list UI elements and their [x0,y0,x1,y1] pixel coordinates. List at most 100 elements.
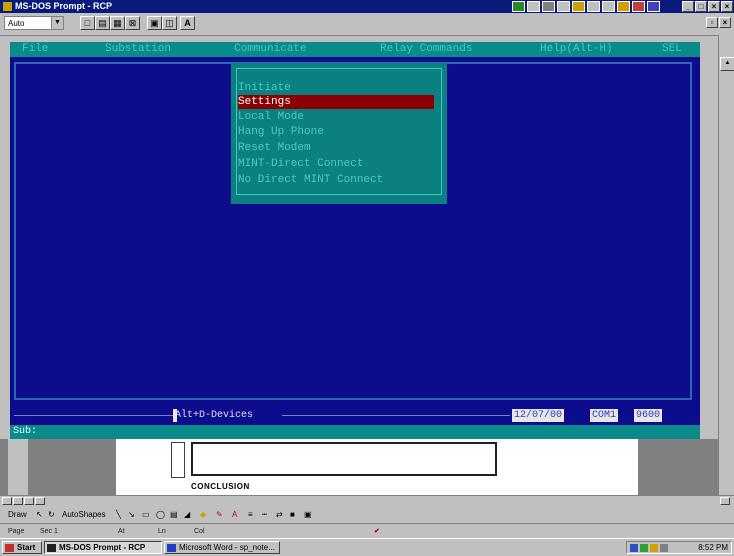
tray-icons [630,544,668,552]
chevron-down-icon[interactable]: ▼ [51,17,63,29]
spelling-icon[interactable]: ✔ [374,524,380,539]
mark-icon[interactable]: □ [80,16,95,30]
system-tray: 8:52 PM [626,541,732,554]
arrow-style-icon[interactable]: ⇄ [276,506,283,523]
line-style-icon[interactable]: ≡ [248,506,253,523]
menu-relay-commands[interactable]: Relay Commands [380,42,472,57]
status-port: COM1 [590,409,619,422]
select-arrow-icon[interactable]: ↖ [36,506,43,523]
rectangle-icon[interactable]: ▭ [142,506,150,523]
outline-view-icon[interactable] [35,497,45,505]
icon-5[interactable] [572,1,585,12]
font-size-select[interactable]: Auto ▼ [4,16,64,30]
task-word-label: Microsoft Word - sp_note... [179,543,275,552]
icon-10[interactable] [647,1,660,12]
line-color-icon[interactable]: ✎ [216,506,223,523]
paste-icon[interactable]: ▦ [110,16,125,30]
tray-icon-4[interactable] [660,544,668,552]
properties-icon[interactable]: ▣ [147,16,162,30]
icon-3[interactable] [542,1,555,12]
vertical-ruler [8,439,29,495]
task-msdos[interactable]: MS-DOS Prompt - RCP [44,541,162,554]
msdos-icon [47,544,56,552]
menu-substation[interactable]: Substation [105,42,171,57]
word-document-area: CONCLUSION [0,439,718,495]
close-button[interactable]: × [708,1,720,12]
communicate-dropdown: Initiate Settings Local Mode Hang Up Pho… [233,65,445,202]
arrow-icon[interactable]: ↘ [128,506,135,523]
msdos-app-icon[interactable] [3,2,12,11]
taskbar: Start MS-DOS Prompt - RCP Microsoft Word… [0,538,734,556]
task-word[interactable]: Microsoft Word - sp_note... [164,541,280,554]
tray-icon-2[interactable] [640,544,648,552]
maximize-button[interactable]: □ [695,1,707,12]
title-bar: MS-DOS Prompt - RCP _ □ × × [0,0,734,13]
status-sec: Sec 1 [40,528,58,535]
line-icon[interactable]: ╲ [116,506,121,523]
3d-icon[interactable]: ▣ [304,506,312,523]
vertical-scrollbar[interactable]: ▲ [718,35,734,495]
fullscreen-icon[interactable]: ⊠ [125,16,140,30]
page-view-icon[interactable] [24,497,34,505]
minimize-button[interactable]: _ [682,1,694,12]
oval-icon[interactable]: ◯ [156,506,165,523]
menu-item-settings[interactable]: Settings [238,95,434,109]
menu-item-no-direct-mint-connect[interactable]: No Direct MINT Connect [238,173,383,187]
status-page: Page [8,528,25,535]
icon-2[interactable] [527,1,540,12]
task-msdos-label: MS-DOS Prompt - RCP [59,543,146,552]
menu-item-mint-direct-connect[interactable]: MINT-Direct Connect [238,157,363,171]
draw-menu[interactable]: Draw [8,506,27,523]
scroll-up-icon[interactable]: ▲ [720,57,734,71]
normal-view-icon[interactable] [2,497,12,505]
status-block [173,409,177,422]
icon-6[interactable] [587,1,600,12]
word-status-bar: Page Sec 1 At Ln Col ✔ [0,523,734,539]
menu-communicate[interactable]: Communicate [234,42,307,57]
shadow-icon[interactable]: ■ [290,506,295,523]
menu-sel[interactable]: SEL [662,42,682,57]
menu-help[interactable]: Help(Alt-H) [540,42,613,57]
icon-1[interactable] [512,1,525,12]
background-icon[interactable]: ◫ [162,16,177,30]
menu-item-reset-modem[interactable]: Reset Modem [238,141,311,155]
layout-view-icon[interactable] [13,497,23,505]
menu-item-initiate[interactable]: Initiate [238,81,291,95]
fill-color-icon[interactable]: ◆ [200,506,206,523]
wordart-icon[interactable]: ◢ [184,506,190,523]
menu-item-hang-up-phone[interactable]: Hang Up Phone [238,125,324,139]
tray-icon-1[interactable] [630,544,638,552]
tray-icon-3[interactable] [650,544,658,552]
dos-console[interactable]: File Substation Communicate Relay Comman… [10,42,700,425]
autoshapes-menu[interactable]: AutoShapes [62,506,106,523]
document-page[interactable]: CONCLUSION [116,439,638,495]
console-statusbar: Alt+D-Devices 12/07/00 COM1 9600 [10,408,700,423]
word-icon [167,544,176,552]
status-line-left [14,415,174,416]
menu-item-local-mode[interactable]: Local Mode [238,110,304,124]
doc-frame [191,442,497,476]
doc-close-button[interactable]: × [721,1,733,12]
icon-9[interactable] [632,1,645,12]
dash-style-icon[interactable]: ┅ [262,506,267,523]
status-at: At [118,528,125,535]
scroll-right-icon[interactable] [720,497,730,505]
icon-7[interactable] [602,1,615,12]
start-button[interactable]: Start [2,541,42,554]
icon-8[interactable] [617,1,630,12]
rotate-icon[interactable]: ↻ [48,506,55,523]
clock: 8:52 PM [698,543,728,552]
status-date: 12/07/00 [512,409,565,422]
inner-close-button[interactable]: × [719,17,731,28]
menu-file[interactable]: File [22,42,48,57]
doc-heading: CONCLUSION [191,482,250,491]
restore-button[interactable]: ▫ [706,17,718,28]
copy-icon[interactable]: ▤ [95,16,110,30]
font-button[interactable]: A [180,16,195,30]
textbox-icon[interactable]: ▤ [170,506,178,523]
font-color-icon[interactable]: A [232,506,237,523]
icon-4[interactable] [557,1,570,12]
status-col: Col [194,528,205,535]
status-line-mid [282,415,510,416]
status-ln: Ln [158,528,166,535]
